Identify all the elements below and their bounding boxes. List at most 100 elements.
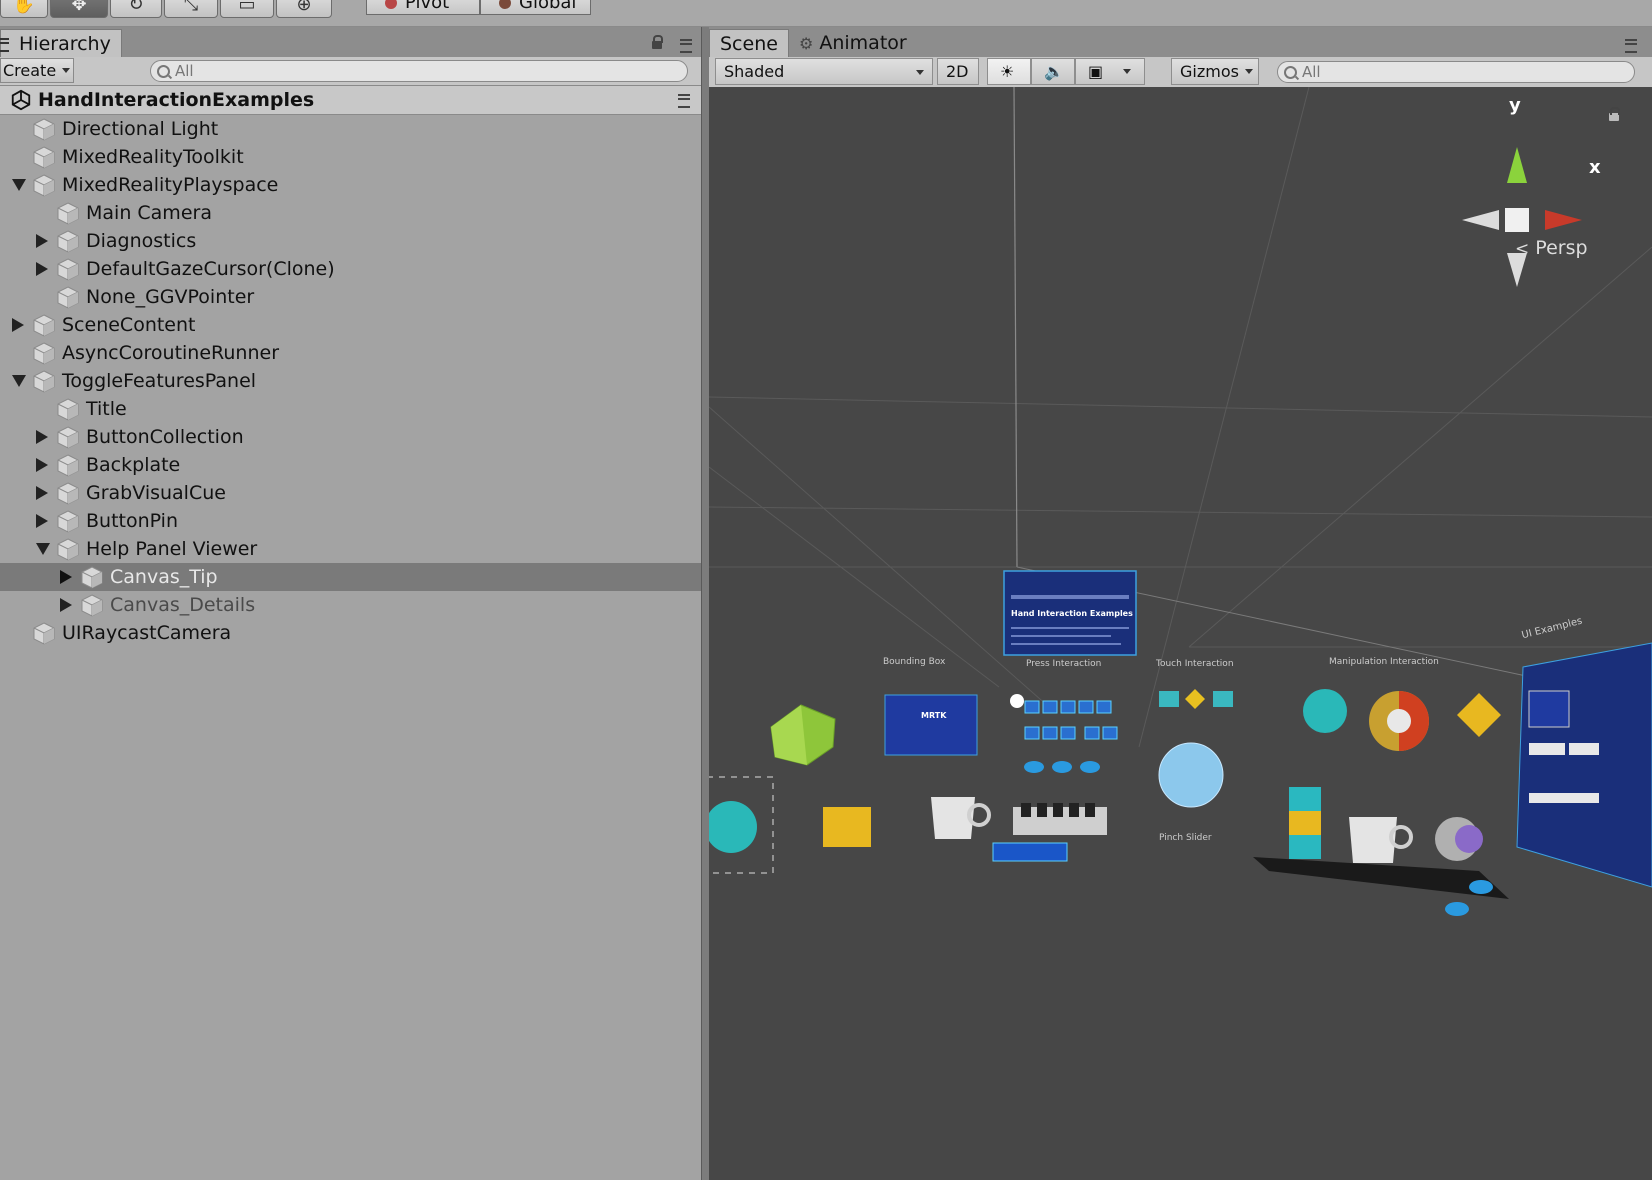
hierarchy-item-label: Title — [86, 398, 127, 420]
create-dropdown[interactable]: Create — [0, 58, 74, 83]
hierarchy-item[interactable]: MixedRealityToolkit — [0, 143, 701, 171]
cube-stack[interactable] — [1289, 787, 1321, 811]
press-buttons[interactable] — [1024, 700, 1118, 740]
round-buttons[interactable] — [1024, 761, 1100, 773]
hierarchy-item[interactable]: None_GGVPointer — [0, 283, 701, 311]
hierarchy-item-label: UIRaycastCamera — [62, 622, 232, 644]
rotate-tool-button[interactable]: ↻ — [110, 0, 162, 18]
search-icon — [1284, 65, 1297, 79]
hierarchy-item[interactable]: ToggleFeaturesPanel — [0, 367, 701, 395]
effects-toggle[interactable]: ▣ — [1075, 58, 1145, 85]
label-pinch-slider: Pinch Slider — [1159, 833, 1212, 843]
gizmos-dropdown[interactable]: Gizmos — [1171, 58, 1259, 85]
hierarchy-item[interactable]: Help Panel Viewer — [0, 535, 701, 563]
move-icon: ✥ — [71, 0, 87, 15]
scene-panel: Scene ⚙ Animator Shaded 2D ☀ 🔈 ▣ Gizmos — [709, 27, 1652, 1180]
collapsed-arrow-icon[interactable] — [36, 430, 48, 444]
hierarchy-item-label: None_GGVPointer — [86, 286, 255, 308]
scene-panel-menu-icon[interactable] — [1625, 39, 1637, 53]
hierarchy-item[interactable]: Backplate — [0, 451, 701, 479]
hierarchy-item[interactable]: MixedRealityPlayspace — [0, 171, 701, 199]
tab-scene[interactable]: Scene — [709, 29, 789, 57]
collapsed-arrow-icon[interactable] — [36, 234, 48, 248]
scene-search-input[interactable]: All — [1277, 61, 1635, 83]
hierarchy-item[interactable]: Canvas_Details — [0, 591, 701, 619]
gameobject-cube-icon — [57, 454, 79, 477]
shading-mode-label: Shaded — [724, 62, 785, 81]
hierarchy-item[interactable]: DefaultGazeCursor(Clone) — [0, 255, 701, 283]
viewport-lock-icon[interactable] — [1609, 107, 1620, 121]
hierarchy-item[interactable]: UIRaycastCamera — [0, 619, 701, 647]
audio-toggle[interactable]: 🔈 — [1031, 58, 1075, 85]
global-toggle[interactable]: Global — [480, 0, 591, 15]
orientation-gizmo[interactable] — [1462, 147, 1582, 287]
tab-hierarchy[interactable]: Hierarchy — [0, 29, 122, 57]
hierarchy-panel: Hierarchy Create All HandInteractionExam… — [0, 27, 701, 1180]
scene-menu-icon[interactable] — [678, 94, 690, 108]
ui-examples-panel[interactable] — [1516, 642, 1652, 888]
hierarchy-tab-label: Hierarchy — [19, 32, 111, 55]
lock-icon[interactable] — [652, 35, 663, 49]
hierarchy-item[interactable]: ButtonPin — [0, 507, 701, 535]
hierarchy-item[interactable]: Directional Light — [0, 115, 701, 143]
hierarchy-item-label: DefaultGazeCursor(Clone) — [86, 258, 335, 280]
tab-menu-icon — [0, 38, 9, 52]
gameobject-cube-icon — [57, 230, 79, 253]
expanded-arrow-icon[interactable] — [36, 543, 50, 555]
chevron-down-icon — [1244, 69, 1253, 74]
hierarchy-item[interactable]: Canvas_Tip — [0, 563, 701, 591]
hierarchy-search-input[interactable]: All — [150, 60, 688, 82]
move-tool-button[interactable]: ✥ — [50, 0, 108, 18]
collapsed-arrow-icon[interactable] — [36, 514, 48, 528]
yellow-octahedron[interactable] — [1457, 693, 1501, 737]
hierarchy-item-label: Canvas_Tip — [110, 566, 218, 588]
collapsed-arrow-icon[interactable] — [12, 318, 24, 332]
collapsed-arrow-icon[interactable] — [36, 458, 48, 472]
hierarchy-item-label: Diagnostics — [86, 230, 197, 252]
collapsed-arrow-icon[interactable] — [60, 570, 72, 584]
expanded-arrow-icon[interactable] — [12, 375, 26, 387]
create-label: Create — [3, 61, 57, 80]
shading-mode-dropdown[interactable]: Shaded — [715, 58, 933, 85]
hierarchy-item[interactable]: Diagnostics — [0, 227, 701, 255]
gameobject-cube-icon — [57, 398, 79, 421]
hierarchy-item[interactable]: SceneContent — [0, 311, 701, 339]
scene-header[interactable]: HandInteractionExamples — [0, 86, 701, 115]
yellow-box[interactable] — [823, 807, 871, 847]
scene-viewport[interactable]: y x < Persp Hand Interaction Examples Bo… — [709, 87, 1652, 1180]
gameobject-cube-icon — [57, 510, 79, 533]
hierarchy-item[interactable]: ButtonCollection — [0, 423, 701, 451]
hierarchy-item[interactable]: Title — [0, 395, 701, 423]
panel-menu-icon[interactable] — [680, 39, 692, 53]
hand-tool-button[interactable]: ✋ — [0, 0, 48, 18]
hierarchy-item-label: ButtonPin — [86, 510, 179, 532]
scale-tool-button[interactable]: ⤡ — [164, 0, 218, 18]
hierarchy-item-label: SceneContent — [62, 314, 196, 336]
collapsed-arrow-icon[interactable] — [36, 262, 48, 276]
hierarchy-item[interactable]: Main Camera — [0, 199, 701, 227]
expanded-arrow-icon[interactable] — [12, 179, 26, 191]
transform-tool-button[interactable]: ⊕ — [276, 0, 332, 18]
cyan-sphere[interactable] — [1303, 689, 1347, 733]
cyan-sphere-left[interactable] — [709, 801, 757, 853]
pivot-toggle[interactable]: Pivot — [366, 0, 480, 15]
2d-toggle[interactable]: 2D — [937, 58, 979, 85]
projection-toggle[interactable]: < Persp — [1515, 237, 1588, 259]
collapsed-arrow-icon[interactable] — [60, 598, 72, 612]
lighting-toggle[interactable]: ☀ — [987, 58, 1031, 85]
mrtk-card[interactable] — [884, 694, 978, 756]
collapsed-arrow-icon[interactable] — [36, 486, 48, 500]
projection-label: Persp — [1535, 237, 1588, 259]
tab-animator[interactable]: ⚙ Animator — [795, 29, 925, 57]
hierarchy-toolbar: Create All — [0, 57, 701, 86]
gameobject-cube-icon — [57, 286, 79, 309]
hierarchy-item[interactable]: AsyncCoroutineRunner — [0, 339, 701, 367]
rotate-icon: ↻ — [128, 0, 144, 15]
chevron-down-icon — [62, 68, 71, 73]
hierarchy-item[interactable]: GrabVisualCue — [0, 479, 701, 507]
rect-tool-button[interactable]: ▭ — [220, 0, 274, 18]
blue-geodesic[interactable] — [1158, 742, 1224, 808]
unity-logo-icon — [11, 89, 31, 111]
gameobject-cube-icon — [57, 258, 79, 281]
hierarchy-item-label: Directional Light — [62, 118, 219, 140]
